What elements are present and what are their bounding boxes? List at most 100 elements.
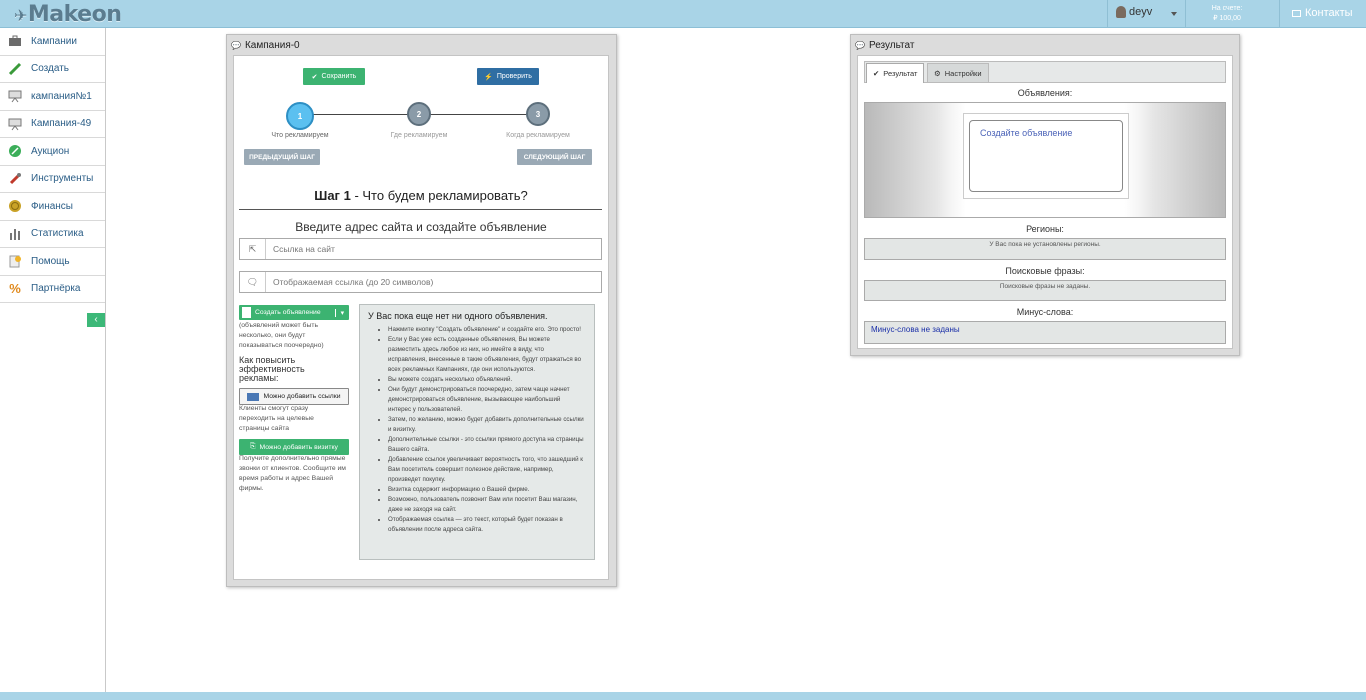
save-button[interactable]: ✔ Сохранить xyxy=(303,68,365,85)
logo-text: Makeon xyxy=(27,2,122,27)
card-note: Получите дополнительно прямые звонки от … xyxy=(239,455,346,492)
info-list: Нажмите кнопку "Создать объявление" и со… xyxy=(360,325,594,535)
divider xyxy=(1279,0,1280,28)
step-heading-text: - Что будем рекламировать? xyxy=(350,188,528,203)
boost-title: Как повысить эффективность рекламы: xyxy=(239,355,305,383)
step-number: 2 xyxy=(416,109,422,119)
panel-title: Кампания-0 xyxy=(244,39,300,51)
add-links-button[interactable]: Можно добавить ссылки xyxy=(239,388,349,405)
rocket-icon: ✈ xyxy=(14,6,27,25)
step-2-label: Где рекламируем xyxy=(390,132,448,139)
tab-result[interactable]: ✔ Результат xyxy=(866,63,925,83)
percent-icon: % xyxy=(9,281,21,297)
wrench-icon xyxy=(8,172,22,186)
add-card-button[interactable]: ⎘ Можно добавить визитку xyxy=(239,439,349,455)
sidebar-item-create[interactable]: Создать xyxy=(0,56,105,83)
chat-icon: 💬 xyxy=(855,40,865,50)
create-ad-label: Создать объявление xyxy=(255,309,321,316)
collapse-sidebar-button[interactable]: ‹ xyxy=(87,313,105,327)
coin-icon xyxy=(8,199,22,213)
save-label: Сохранить xyxy=(321,73,357,80)
panel-body: ✔ Результат ⚙ Настройки Объявления: Создай… xyxy=(857,55,1233,349)
result-panel: 💬 Результат ✔ Результат ⚙ Настройки Объявл… xyxy=(850,34,1240,356)
check-button[interactable]: ⚡ Проверить xyxy=(477,68,539,85)
sidebar-item-campaign-1[interactable]: кампания№1 xyxy=(0,83,105,111)
help-icon xyxy=(8,254,22,268)
regions-box: У Вас пока не установлены регионы. xyxy=(864,238,1226,260)
top-bar: ✈Makeon deyv На счете: ₽ 100,00 Контакты xyxy=(0,0,1366,28)
list-item: Дополнительные ссылки - это ссылки прямо… xyxy=(388,435,584,455)
sidebar-item-label: Инструменты xyxy=(31,173,94,185)
presentation-icon xyxy=(8,89,22,103)
step-2[interactable]: 2 xyxy=(407,102,431,126)
minus-words-text: Минус-слова не заданы xyxy=(871,325,960,334)
sidebar-item-tools[interactable]: Инструменты xyxy=(0,166,105,193)
phrases-label: Поисковые фразы: xyxy=(1005,266,1085,276)
step-3[interactable]: 3 xyxy=(526,102,550,126)
step-number: 3 xyxy=(535,109,541,119)
create-ad-link[interactable]: Создайте объявление xyxy=(969,120,1123,192)
chevron-down-icon[interactable] xyxy=(1171,12,1177,16)
divider xyxy=(1107,0,1108,28)
links-note: Клиенты смогут сразу переходить на целев… xyxy=(239,405,314,432)
step-1-label: Что рекламируем xyxy=(271,132,329,139)
user-menu[interactable]: deyv xyxy=(1116,6,1152,18)
document-icon xyxy=(242,307,251,318)
list-item: Возможно, пользователь позвонит Вам или … xyxy=(388,495,584,515)
sidebar-item-label: Создать xyxy=(31,63,70,75)
logo[interactable]: ✈Makeon xyxy=(14,2,122,27)
next-step-button[interactable]: СЛЕДУЮЩИЙ ШАГ xyxy=(517,149,592,165)
add-card-label: Можно добавить визитку xyxy=(259,443,338,451)
briefcase-icon xyxy=(8,34,22,48)
checkmark-icon: ✔ xyxy=(311,73,318,81)
tab-bar: ✔ Результат ⚙ Настройки xyxy=(864,61,1226,83)
create-ad-link-text: Создайте объявление xyxy=(980,128,1073,138)
checkmark-icon: ✔ xyxy=(873,69,880,78)
tab-settings[interactable]: ⚙ Настройки xyxy=(927,63,989,83)
step-3-label: Когда рекламируем xyxy=(506,132,570,139)
username: deyv xyxy=(1129,6,1153,18)
auction-icon xyxy=(8,144,22,158)
panel-title: Результат xyxy=(868,39,915,51)
site-url-input[interactable] xyxy=(266,244,566,254)
prev-step-label: ПРЕДЫДУЩИЙ ШАГ xyxy=(249,153,315,161)
site-url-field[interactable]: ⇱ xyxy=(239,238,602,260)
sidebar-item-finance[interactable]: Финансы xyxy=(0,193,105,221)
sidebar: Кампании Создать кампания№1 Кампания-49 … xyxy=(0,28,106,692)
sidebar-item-help[interactable]: Помощь xyxy=(0,248,105,276)
add-links-label: Можно добавить ссылки xyxy=(263,393,341,400)
display-url-input[interactable] xyxy=(266,277,566,287)
next-step-label: СЛЕДУЮЩИЙ ШАГ xyxy=(523,153,586,161)
sidebar-item-label: Кампания-49 xyxy=(31,118,92,130)
regions-label: Регионы: xyxy=(1026,224,1064,234)
divider xyxy=(1185,0,1186,28)
create-ad-button[interactable]: Создать объявление ▾ xyxy=(239,305,349,320)
sidebar-item-campaign-49[interactable]: Кампания-49 xyxy=(0,111,105,138)
list-item: Добавление ссылок увеличивает вероятност… xyxy=(388,455,584,485)
prev-step-button[interactable]: ПРЕДЫДУЩИЙ ШАГ xyxy=(244,149,320,165)
links-icon xyxy=(247,392,260,401)
presentation-icon xyxy=(8,117,22,131)
sidebar-item-campaigns[interactable]: Кампании xyxy=(0,28,105,56)
sidebar-item-auction[interactable]: Аукцион xyxy=(0,138,105,166)
sidebar-item-label: Аукцион xyxy=(31,145,70,157)
envelope-icon xyxy=(1292,9,1301,17)
tab-label: Настройки xyxy=(944,68,982,78)
sidebar-item-statistics[interactable]: Статистика xyxy=(0,221,105,248)
contacts-label: Контакты xyxy=(1305,7,1353,19)
balance[interactable]: На счете: ₽ 100,00 xyxy=(1196,4,1258,24)
step-1[interactable]: 1 xyxy=(286,102,314,130)
ad-preview-area: Создайте объявление xyxy=(864,102,1226,218)
contacts-link[interactable]: Контакты xyxy=(1292,7,1353,19)
chevron-left-icon: ‹ xyxy=(94,314,98,325)
sidebar-item-label: Статистика xyxy=(31,228,84,240)
sidebar-item-partner[interactable]: % Партнёрка xyxy=(0,276,105,303)
dropdown-caret-icon[interactable]: ▾ xyxy=(334,308,349,317)
speech-bubble-icon: 🗨 xyxy=(240,272,266,292)
list-item: Визитка содержит информацию о Вашей фирм… xyxy=(388,485,584,495)
panel-header: 💬 Результат xyxy=(851,35,1239,55)
display-url-field[interactable]: 🗨 xyxy=(239,271,602,293)
minus-words-box: Минус-слова не заданы xyxy=(864,321,1226,344)
balance-label: На счете: xyxy=(1211,5,1243,12)
campaign-panel: 💬 Кампания-0 ✔ Сохранить ⚡ Проверить 1 2 3… xyxy=(226,34,617,587)
